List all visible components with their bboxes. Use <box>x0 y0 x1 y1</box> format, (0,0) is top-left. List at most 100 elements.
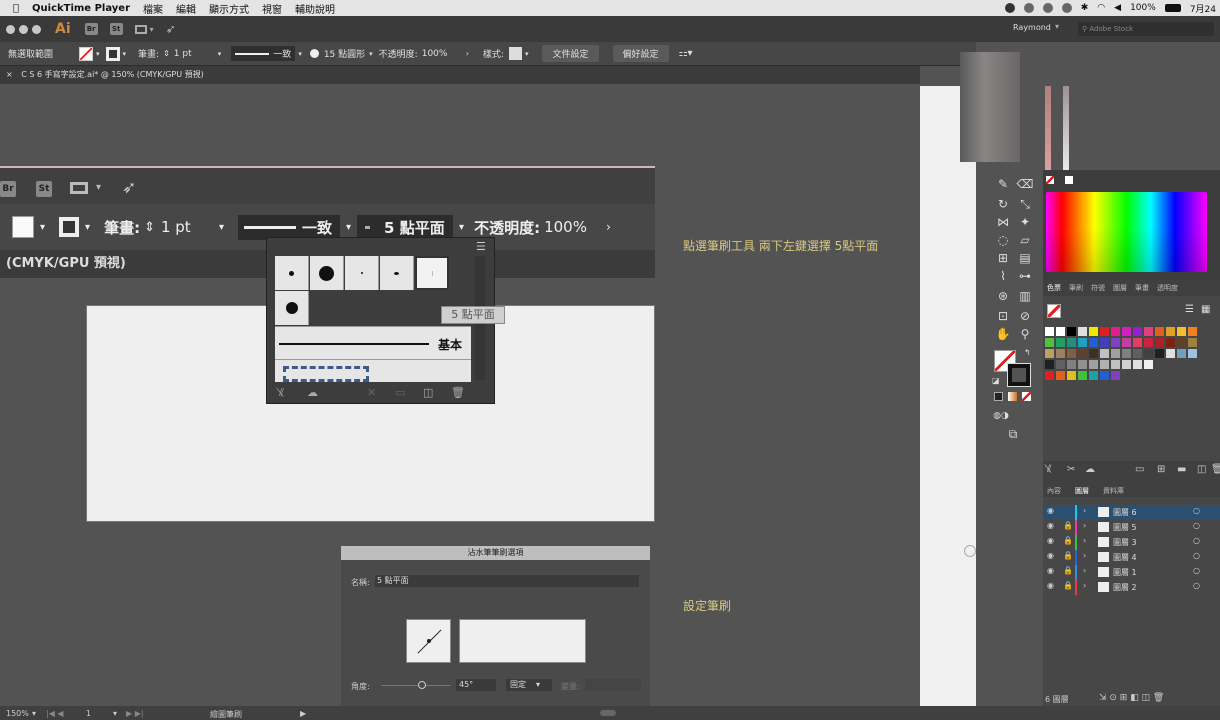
menu-file[interactable]: 檔案 <box>143 1 163 16</box>
color-swatch[interactable] <box>1133 338 1142 347</box>
target-circle-icon[interactable]: ○ <box>1193 581 1200 590</box>
brush-lib-icon[interactable]: ⫽⃥ <box>1047 464 1051 475</box>
color-swatch[interactable] <box>1067 338 1076 347</box>
scissors-icon[interactable]: ✂ <box>1067 464 1075 475</box>
zoom-stroke-weight-input[interactable]: 1 pt <box>161 218 219 236</box>
remove-stroke-icon[interactable]: ✕ <box>367 386 376 399</box>
menu-window[interactable]: 視窗 <box>262 1 282 16</box>
color-swatch[interactable] <box>1111 338 1120 347</box>
tab-layers-mini[interactable]: 圖層 <box>1113 283 1127 293</box>
tab-symbols[interactable]: 符號 <box>1091 283 1105 293</box>
zoom-opacity-arrow-icon[interactable]: › <box>606 220 611 234</box>
angle-preview[interactable] <box>406 619 451 663</box>
options-icon[interactable]: ▭ <box>395 386 405 399</box>
tab-libraries[interactable]: 資料庫 <box>1103 486 1124 496</box>
delete-brush-icon[interactable]: 🗑 <box>451 386 465 399</box>
basic-brush-row[interactable]: 基本 <box>275 326 471 360</box>
brush-cell-1[interactable] <box>275 256 309 290</box>
color-swatch[interactable] <box>1078 338 1087 347</box>
stroke-swatch[interactable] <box>105 46 120 61</box>
lock-icon[interactable]: 🔒 <box>1063 566 1073 575</box>
color-swatch[interactable] <box>1166 349 1175 358</box>
zoom-stroke-stepper-icon[interactable]: ⇕ <box>144 220 155 235</box>
target-circle-icon[interactable]: ○ <box>1193 521 1200 530</box>
color-swatch[interactable] <box>1056 327 1065 336</box>
zoom-stock-button[interactable]: St <box>36 181 52 197</box>
stroke-chevron-icon[interactable]: ▾ <box>123 50 127 58</box>
mesh-tool-icon[interactable]: ⊞ <box>994 250 1012 266</box>
tab-brushes[interactable]: 筆刷 <box>1069 283 1083 293</box>
brush-cell-5-selected[interactable] <box>415 256 449 290</box>
chevron-down-icon[interactable]: ▾ <box>150 25 154 34</box>
color-swatch[interactable] <box>1045 327 1054 336</box>
stock-search[interactable]: ⚲ Adobe Stock <box>1078 22 1214 36</box>
color-swatch[interactable] <box>1111 327 1120 336</box>
close-tab-icon[interactable]: × <box>6 70 13 79</box>
blend-tool-icon[interactable]: ⊶ <box>1016 268 1034 284</box>
zoom-fill-chevron-icon[interactable]: ▾ <box>40 222 45 233</box>
color-swatch[interactable] <box>1100 349 1109 358</box>
hand-tool-icon[interactable]: ✋ <box>994 326 1012 342</box>
color-swatch[interactable] <box>1188 327 1197 336</box>
slider-knob-1[interactable] <box>1045 86 1051 176</box>
color-swatch[interactable] <box>1144 327 1153 336</box>
zoom-gpu-icon[interactable]: ➶ <box>122 178 136 198</box>
list-view-icon[interactable]: ☰ <box>1185 304 1194 315</box>
white-color-swatch[interactable] <box>1065 176 1073 184</box>
opacity-input[interactable]: 100% <box>422 49 466 59</box>
color-swatch[interactable] <box>1155 349 1164 358</box>
expand-chevron-icon[interactable]: › <box>1083 581 1086 590</box>
color-swatch[interactable] <box>1078 349 1087 358</box>
layer-name[interactable]: 圖層 2 <box>1113 582 1137 593</box>
stroke-weight-chevron-icon[interactable]: ▾ <box>218 50 222 58</box>
target-circle-icon[interactable]: ○ <box>1193 566 1200 575</box>
layer-name[interactable]: 圖層 5 <box>1113 522 1137 533</box>
time-machine-icon[interactable] <box>1061 3 1072 13</box>
zoom-brush-field[interactable]: 5 點平面 <box>357 214 454 240</box>
color-swatch[interactable] <box>1089 349 1098 358</box>
width-tool-icon[interactable]: ⋈ <box>994 214 1012 230</box>
libraries-cloud-icon[interactable]: ☁ <box>307 386 318 399</box>
visibility-eye-icon[interactable]: ◉ <box>1047 566 1054 575</box>
angle-slider-track[interactable] <box>381 685 451 686</box>
color-swatch[interactable] <box>1111 360 1120 369</box>
style-chevron-icon[interactable]: ▾ <box>525 50 529 58</box>
tab-properties[interactable]: 內容 <box>1047 486 1061 496</box>
trash-icon[interactable]: 🗑 <box>1211 464 1220 475</box>
panel-collapse-handle[interactable] <box>964 545 976 557</box>
rotate-tool-icon[interactable]: ↻ <box>994 196 1012 212</box>
screen-mode-icon[interactable]: ⧉ <box>1004 426 1022 442</box>
color-swatch[interactable] <box>1078 327 1087 336</box>
variation-input[interactable] <box>585 679 641 691</box>
fill-chevron-icon[interactable]: ▾ <box>96 50 100 58</box>
graph-tool-icon[interactable]: ▥ <box>1016 288 1034 304</box>
layer-name[interactable]: 圖層 3 <box>1113 537 1137 548</box>
visibility-eye-icon[interactable]: ◉ <box>1047 521 1054 530</box>
close-window-button[interactable] <box>6 24 15 34</box>
zoom-tool-icon[interactable]: ⚲ <box>1016 326 1034 342</box>
none-mode-icon[interactable] <box>1022 392 1031 401</box>
target-circle-icon[interactable]: ○ <box>1193 536 1200 545</box>
color-swatch[interactable] <box>1188 338 1197 347</box>
style-swatch[interactable] <box>508 47 522 60</box>
expand-chevron-icon[interactable]: › <box>1083 536 1086 545</box>
tab-transparency[interactable]: 透明度 <box>1157 283 1178 293</box>
color-swatch[interactable] <box>1078 360 1087 369</box>
color-swatch[interactable] <box>1133 349 1142 358</box>
color-swatch[interactable] <box>1166 338 1175 347</box>
brush-cell-6[interactable] <box>275 291 309 325</box>
apple-icon[interactable]:  <box>13 3 19 14</box>
zoom-chevron-down-icon[interactable]: ▾ <box>96 182 101 193</box>
shaper-tool-icon[interactable]: ✎ <box>994 176 1012 192</box>
profile-chevron-icon[interactable]: ▾ <box>298 50 302 58</box>
color-swatch[interactable] <box>1089 338 1098 347</box>
clock[interactable]: 7月24 <box>1190 2 1216 15</box>
color-swatch[interactable] <box>1111 371 1120 380</box>
zoom-stroke-weight-chevron-icon[interactable]: ▾ <box>219 222 224 233</box>
preferences-button[interactable]: 偏好設定 <box>612 45 669 62</box>
zoom-level[interactable]: 150% <box>6 709 29 718</box>
new-sub-icon[interactable]: ▭ <box>1135 464 1144 475</box>
scale-tool-icon[interactable]: ⤡ <box>1016 196 1034 212</box>
tab-layers[interactable]: 圖層 <box>1075 486 1089 496</box>
color-swatch[interactable] <box>1188 349 1197 358</box>
